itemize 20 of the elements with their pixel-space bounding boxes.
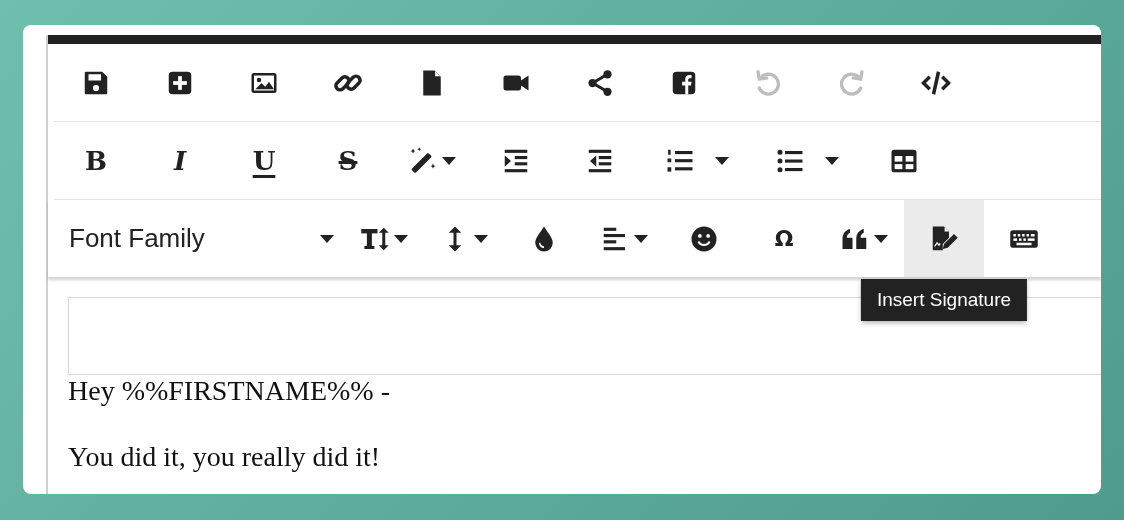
font-family-select[interactable]: Font Family bbox=[54, 200, 344, 277]
omega-button[interactable]: Ω bbox=[744, 200, 824, 277]
body-text: Hey %%FIRSTNAME%% - bbox=[68, 375, 391, 408]
format-button[interactable]: U bbox=[222, 122, 306, 199]
undo-icon bbox=[753, 67, 783, 98]
caret-icon bbox=[874, 234, 888, 243]
format-button[interactable]: B bbox=[54, 122, 138, 199]
caret-icon bbox=[320, 234, 334, 243]
redo-icon bbox=[837, 67, 867, 98]
caret-icon bbox=[394, 234, 408, 243]
caret-icon bbox=[474, 234, 488, 243]
format-button[interactable]: I bbox=[138, 122, 222, 199]
caret-icon bbox=[442, 156, 456, 165]
share-icon bbox=[585, 67, 615, 98]
body-text: You did it, you really did it! bbox=[68, 441, 382, 474]
tooltip: Insert Signature bbox=[860, 279, 1028, 321]
format-button[interactable]: S bbox=[306, 122, 390, 199]
caret-icon bbox=[825, 156, 839, 165]
caret-icon bbox=[634, 234, 648, 243]
caret-icon bbox=[715, 156, 729, 165]
